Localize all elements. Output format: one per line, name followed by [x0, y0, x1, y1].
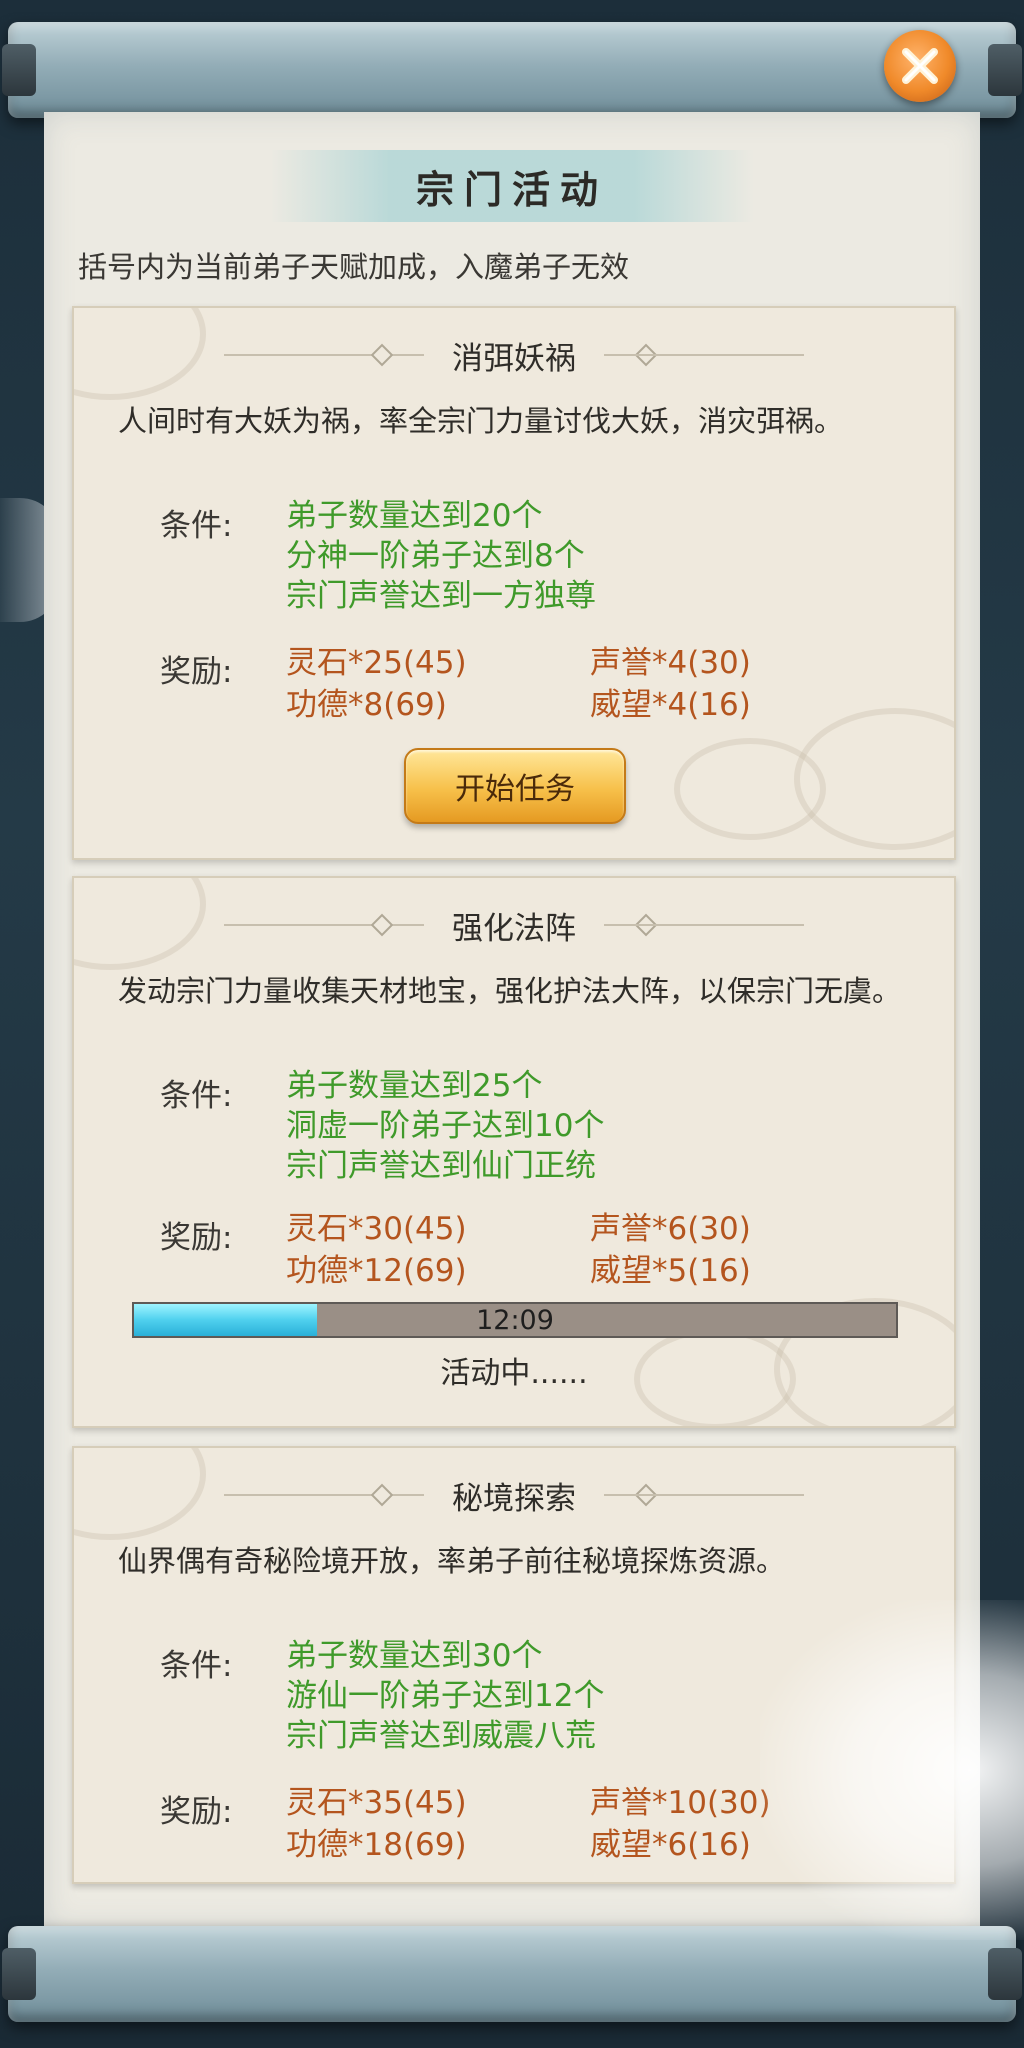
scroll-roller-top	[2, 22, 1022, 118]
activity-title: 强化法阵	[452, 910, 576, 947]
start-task-button[interactable]: 开始任务	[404, 748, 626, 824]
title-banner: 宗门活动	[270, 150, 754, 222]
title-divider	[604, 1494, 804, 1496]
reward-item: 威望*5(16)	[590, 1253, 751, 1289]
condition-item: 分神一阶弟子达到8个	[286, 538, 585, 574]
diamond-ornament-icon	[370, 913, 394, 937]
screen-glare	[760, 1600, 1024, 1940]
title-divider	[224, 1494, 424, 1496]
activity-card-1: 消弭妖祸 人间时有大妖为祸，率全宗门力量讨伐大妖，消灾弭祸。 条件: 弟子数量达…	[72, 306, 956, 860]
condition-item: 弟子数量达到25个	[286, 1068, 543, 1104]
diamond-ornament-icon	[370, 343, 394, 367]
rewards-label: 奖励:	[160, 1220, 233, 1256]
rewards-label: 奖励:	[160, 1794, 233, 1830]
conditions-label: 条件:	[160, 1078, 233, 1114]
reward-item: 灵石*35(45)	[286, 1785, 467, 1821]
activity-description: 仙界偶有奇秘险境开放，率弟子前往秘境探炼资源。	[118, 1544, 786, 1578]
close-x-icon	[902, 48, 938, 84]
reward-item: 声誉*10(30)	[590, 1785, 771, 1821]
title-divider	[224, 354, 424, 356]
condition-item: 洞虚一阶弟子达到10个	[286, 1108, 605, 1144]
activity-progress-bar: 12:09	[132, 1302, 898, 1338]
conditions-label: 条件:	[160, 1648, 233, 1684]
reward-item: 声誉*4(30)	[590, 645, 751, 681]
activity-title: 消弭妖祸	[452, 340, 576, 377]
reward-item: 声誉*6(30)	[590, 1211, 751, 1247]
close-button[interactable]	[884, 30, 956, 102]
card-title-row: 秘境探索	[74, 1470, 954, 1520]
progress-timer: 12:09	[476, 1304, 554, 1336]
reward-item: 功德*8(69)	[286, 687, 447, 723]
reward-item: 灵石*30(45)	[286, 1211, 467, 1247]
activity-status: 活动中......	[440, 1356, 588, 1391]
reward-item: 功德*12(69)	[286, 1253, 467, 1289]
activity-title: 秘境探索	[452, 1480, 576, 1517]
condition-item: 宗门声誉达到一方独尊	[286, 578, 596, 614]
condition-item: 宗门声誉达到威震八荒	[286, 1718, 596, 1754]
activity-card-2: 强化法阵 发动宗门力量收集天材地宝，强化护法大阵，以保宗门无虞。 条件: 弟子数…	[72, 876, 956, 1428]
reward-item: 威望*6(16)	[590, 1827, 751, 1863]
scroll-roller-bottom	[2, 1926, 1022, 2022]
activity-description: 发动宗门力量收集天材地宝，强化护法大阵，以保宗门无虞。	[118, 974, 902, 1008]
reward-item: 灵石*25(45)	[286, 645, 467, 681]
rewards-label: 奖励:	[160, 654, 233, 690]
condition-item: 弟子数量达到30个	[286, 1638, 543, 1674]
cloud-decoration	[794, 708, 954, 850]
card-title-row: 消弭妖祸	[74, 330, 954, 380]
page-title: 宗门活动	[415, 166, 608, 212]
conditions-label: 条件:	[160, 508, 233, 544]
diamond-ornament-icon	[370, 1483, 394, 1507]
reward-item: 威望*4(16)	[590, 687, 751, 723]
condition-item: 游仙一阶弟子达到12个	[286, 1678, 605, 1714]
reward-item: 功德*18(69)	[286, 1827, 467, 1863]
title-divider	[604, 924, 804, 926]
activity-description: 人间时有大妖为祸，率全宗门力量讨伐大妖，消灾弭祸。	[118, 404, 844, 438]
condition-item: 弟子数量达到20个	[286, 498, 543, 534]
condition-item: 宗门声誉达到仙门正统	[286, 1148, 596, 1184]
card-title-row: 强化法阵	[74, 900, 954, 950]
title-divider	[604, 354, 804, 356]
title-divider	[224, 924, 424, 926]
subtitle-note: 括号内为当前弟子天赋加成，入魔弟子无效	[78, 250, 630, 284]
